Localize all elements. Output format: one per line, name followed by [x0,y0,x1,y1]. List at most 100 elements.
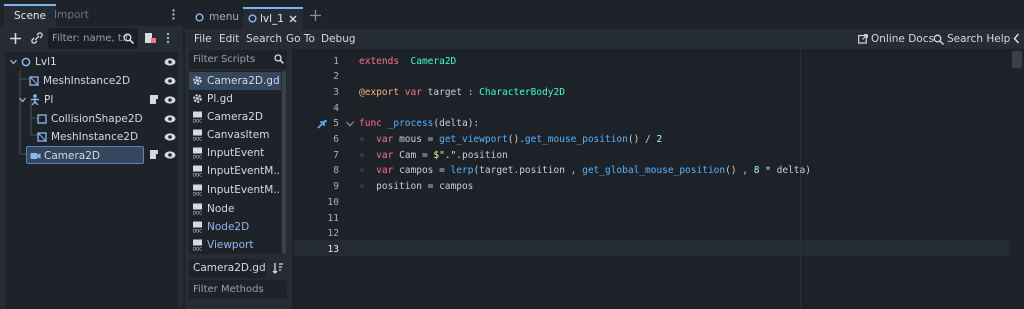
line-number: 2 [333,71,339,83]
script-list-scrollbar[interactable] [282,71,286,254]
script-item-doc-camera2d[interactable]: DOC Camera2D [189,108,281,126]
doc-icon: DOC [193,129,202,141]
code-line[interactable]: » var campos = lerp(target.position , ge… [359,163,811,179]
code-token: var [376,165,394,177]
menu-goto[interactable]: Go To [286,29,315,49]
tab-import[interactable]: Import [44,4,99,26]
script-item-label: Node [207,203,235,215]
sort-icon[interactable] [272,262,284,274]
eye-icon[interactable] [164,132,176,142]
code-token: (delta): [433,118,480,130]
script-item-doc-node[interactable]: DOC Node [189,200,281,218]
script-item-doc-viewport[interactable]: DOC Viewport [189,236,281,254]
eye-icon[interactable] [164,150,176,160]
collapse-chevron-icon[interactable] [1013,33,1020,44]
tree-row-meshinstance2d[interactable]: MeshInstance2D [8,72,178,90]
filter-scripts-input[interactable]: Filter Scripts [189,50,287,69]
tab-menu[interactable]: menu [189,7,241,29]
script-item-doc-inputeventm-1[interactable]: DOC InputEventM... [189,162,281,180]
script-item-pl-gd[interactable]: Pl.gd [189,90,281,108]
code-token: () / [627,134,657,145]
search-icon [274,54,284,64]
script-item-label: Pl.gd [207,93,233,105]
editor-scroll-thumb[interactable] [1012,51,1022,68]
tab-lvl1-label: lvl_1 [260,13,284,25]
code-token: @export [359,86,400,98]
current-line-highlight [294,240,1010,256]
code-token: _process [387,118,434,130]
code-line[interactable]: » var mous = get_viewport().get_mouse_po… [359,132,662,148]
doc-icon: DOC [193,184,202,196]
attach-script-icon[interactable] [144,32,156,44]
add-node-icon[interactable] [10,33,21,44]
code-token: » [359,181,377,193]
eye-icon[interactable] [164,57,176,67]
code-token: get_global_mouse_position [582,165,726,177]
doc-icon: DOC [193,221,202,233]
menu-edit[interactable]: Edit [219,29,239,49]
external-link-icon [858,34,868,44]
doc-icon: DOC [193,203,202,216]
code-token: Cam = [393,149,434,161]
fold-chevron-icon[interactable] [346,121,354,127]
gear-icon [193,76,202,85]
doc-icon: DOC [193,165,202,177]
add-tab-icon[interactable] [310,10,321,21]
svg-text:DOC: DOC [193,211,202,216]
code-line[interactable]: » position = campos [359,179,473,195]
tree-label-pl: Pl [44,94,54,106]
code-line[interactable]: » var Cam = $".".position [359,148,508,164]
script-item-doc-canvasitem[interactable]: DOC CanvasItem [189,126,281,144]
script-list: Camera2D.gd Pl.gd DOC Camera2D DOC Canva… [189,71,281,254]
help-search-icon [933,34,944,45]
tree-label-camera2d: Camera2D [44,150,100,162]
menu-file[interactable]: File [194,29,212,49]
current-script-field[interactable]: Camera2D.gd [189,259,266,278]
code-token: () , [725,165,754,177]
character-body-icon [31,94,39,105]
code-token: Camera2D [410,55,457,67]
filter-methods-input[interactable]: Filter Methods [189,280,287,299]
script-item-doc-inputeventm-2[interactable]: DOC InputEventM... [189,181,281,199]
code-token: » [359,165,377,177]
menu-debug[interactable]: Debug [321,29,356,49]
code-line[interactable]: @export var target : CharacterBody2D [359,85,565,101]
line-number: 13 [327,243,339,255]
code-token: $"." [433,149,457,161]
line-number: 11 [327,212,339,224]
tree-row-meshinstance2d-child[interactable]: MeshInstance2D [8,128,178,146]
search-icon [123,33,134,44]
script-item-doc-inputevent[interactable]: DOC InputEvent [189,144,281,162]
eye-icon[interactable] [164,114,176,124]
line-number: 5 [333,118,339,130]
tree-row-lvl1[interactable]: Lvl1 [8,53,178,71]
tree-row-collisionshape2d[interactable]: CollisionShape2D [8,110,178,128]
editor-scrollbar[interactable] [1010,49,1024,309]
script-icon[interactable] [149,149,159,160]
script-item-label: Viewport [207,239,254,251]
dock-menu-icon[interactable] [172,9,175,20]
script-icon[interactable] [149,94,159,105]
options-icon[interactable] [166,32,170,44]
code-token: func [359,118,382,130]
close-icon[interactable] [289,15,297,23]
chevron-down-icon[interactable] [10,59,17,65]
menu-search[interactable]: Search [246,29,282,49]
tab-lvl1[interactable]: lvl_1 [243,7,303,29]
link-icon[interactable] [31,32,43,44]
eye-icon[interactable] [164,95,176,105]
code-token: .position [456,149,508,161]
tree-row-pl[interactable]: Pl [8,91,178,109]
script-item-doc-node2d[interactable]: DOC Node2D [189,218,281,236]
line-number: 12 [327,228,339,240]
tree-label-lvl1: Lvl1 [35,56,57,68]
script-item-camera2d-gd[interactable]: Camera2D.gd [189,72,281,90]
code-line[interactable]: func _process(delta): [359,116,479,132]
eye-icon[interactable] [164,76,176,86]
script-item-label: InputEvent [207,147,265,159]
code-token: CharacterBody2D [479,86,565,98]
code-token: campos = [393,165,451,177]
tree-row-camera2d[interactable]: Camera2D [26,146,144,164]
code-line[interactable]: extends Camera2D [359,54,456,70]
chevron-down-icon[interactable] [19,97,26,103]
